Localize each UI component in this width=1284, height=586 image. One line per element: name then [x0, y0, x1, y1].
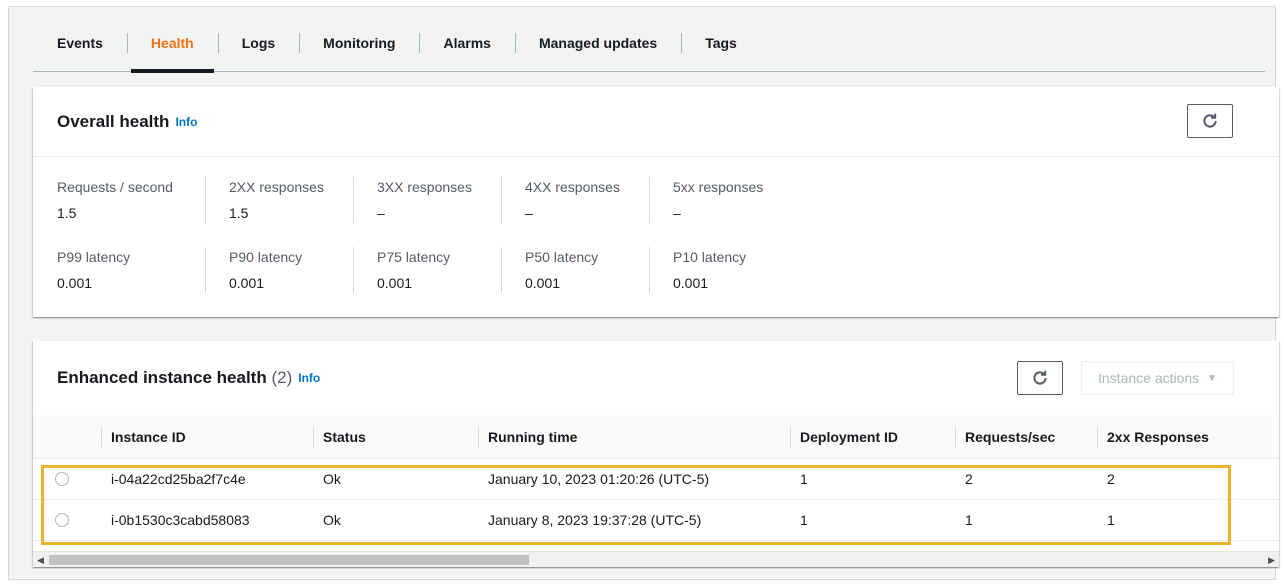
tab-monitoring[interactable]: Monitoring: [299, 15, 419, 71]
column-header-requests-sec[interactable]: Requests/sec: [955, 415, 1097, 459]
metrics-row-responses: Requests / second 1.5 2XX responses 1.5 …: [57, 177, 797, 247]
instance-table: Instance ID Status Running time Deployme…: [33, 415, 1279, 541]
metric-p99-latency: P99 latency 0.001: [57, 247, 205, 317]
instance-id-cell: i-0b1530c3cabd58083: [111, 512, 250, 528]
instance-count: (2): [271, 368, 293, 387]
scroll-right-arrow-icon[interactable]: ▶: [1268, 554, 1275, 566]
tab-bar: Events Health Logs Monitoring Alarms Man…: [33, 15, 1265, 73]
row-select-cell: [33, 513, 101, 527]
metric-value: –: [673, 205, 681, 221]
status-cell: Ok: [323, 512, 341, 528]
metric-label: P90 latency: [229, 249, 303, 265]
metric-value: –: [525, 205, 533, 221]
table-header-row: Instance ID Status Running time Deployme…: [33, 415, 1279, 459]
metric-2xx-responses: 2XX responses 1.5: [205, 177, 353, 247]
refresh-icon: [1033, 370, 1047, 385]
instance-actions-button[interactable]: Instance actions ▼: [1081, 361, 1235, 395]
metric-p90-latency: P90 latency 0.001: [205, 247, 353, 317]
metric-label: P10 latency: [673, 249, 747, 265]
overall-health-info-link[interactable]: Info: [175, 115, 197, 129]
tab-alarms[interactable]: Alarms: [419, 15, 514, 71]
metric-value: 0.001: [57, 275, 93, 291]
instance-health-info-link[interactable]: Info: [298, 371, 320, 385]
overall-health-refresh-button[interactable]: [1187, 104, 1233, 138]
instance-id-cell: i-04a22cd25ba2f7c4e: [111, 471, 246, 487]
metric-value: 1.5: [57, 205, 77, 221]
instance-actions-label: Instance actions: [1098, 370, 1200, 386]
responses-2xx-cell: 2: [1107, 471, 1115, 487]
overall-health-header: Overall health Info: [33, 87, 1279, 157]
instance-health-title-text: Enhanced instance health: [57, 368, 267, 387]
overall-health-metrics: Requests / second 1.5 2XX responses 1.5 …: [57, 177, 797, 317]
tab-events[interactable]: Events: [33, 15, 127, 71]
running-time-cell: January 10, 2023 01:20:26 (UTC-5): [488, 471, 710, 487]
metric-p75-latency: P75 latency 0.001: [353, 247, 501, 317]
metric-3xx-responses: 3XX responses –: [353, 177, 501, 247]
metric-value: 1.5: [229, 205, 249, 221]
column-header-instance-id[interactable]: Instance ID: [101, 415, 313, 459]
metric-requests-per-second: Requests / second 1.5: [57, 177, 205, 247]
metric-4xx-responses: 4XX responses –: [501, 177, 649, 247]
metric-label: 3XX responses: [377, 179, 472, 195]
metric-label: P50 latency: [525, 249, 599, 265]
metric-p10-latency: P10 latency 0.001: [649, 247, 797, 317]
tab-managed-updates[interactable]: Managed updates: [514, 15, 681, 71]
deployment-id-cell: 1: [800, 471, 808, 487]
overall-health-title: Overall health: [57, 111, 170, 131]
metric-value: 0.001: [377, 275, 413, 291]
metric-label: P99 latency: [57, 249, 131, 265]
column-header-deployment-id[interactable]: Deployment ID: [790, 415, 955, 459]
metric-5xx-responses: 5xx responses –: [649, 177, 797, 247]
status-cell: Ok: [323, 471, 341, 487]
instance-health-title: Enhanced instance health (2): [57, 368, 292, 388]
deployment-id-cell: 1: [800, 512, 808, 528]
horizontal-scrollbar[interactable]: ◀ ▶: [33, 551, 1279, 567]
metric-value: 0.001: [525, 275, 561, 291]
requests-sec-cell: 2: [965, 471, 973, 487]
table-row[interactable]: i-0b1530c3cabd58083 Ok January 8, 2023 1…: [33, 500, 1279, 541]
row-select-radio[interactable]: [55, 513, 69, 527]
overall-health-card: Overall health Info Requests / second 1.…: [33, 87, 1279, 317]
column-header-running-time[interactable]: Running time: [478, 415, 790, 459]
refresh-icon: [1203, 113, 1217, 128]
instance-health-card: Enhanced instance health (2) Info Instan…: [33, 341, 1279, 567]
scroll-left-arrow-icon[interactable]: ◀: [37, 554, 44, 566]
requests-sec-cell: 1: [965, 512, 973, 528]
metric-label: P75 latency: [377, 249, 451, 265]
metrics-row-latency: P99 latency 0.001 P90 latency 0.001 P75 …: [57, 247, 797, 317]
select-column-header: [33, 415, 101, 459]
column-header-2xx-responses[interactable]: 2xx Responses: [1097, 415, 1245, 459]
responses-2xx-cell: 1: [1107, 512, 1115, 528]
running-time-cell: January 8, 2023 19:37:28 (UTC-5): [488, 512, 702, 528]
metric-value: –: [377, 205, 385, 221]
tab-logs[interactable]: Logs: [217, 15, 299, 71]
tab-tags[interactable]: Tags: [681, 15, 761, 71]
row-select-cell: [33, 472, 101, 486]
metric-label: 4XX responses: [525, 179, 620, 195]
health-tab-panel: Events Health Logs Monitoring Alarms Man…: [8, 6, 1279, 580]
row-select-radio[interactable]: [55, 472, 69, 486]
caret-down-icon: ▼: [1207, 372, 1218, 384]
metric-p50-latency: P50 latency 0.001: [501, 247, 649, 317]
scrollbar-thumb[interactable]: [49, 555, 529, 565]
metric-value: 0.001: [229, 275, 265, 291]
table-row[interactable]: i-04a22cd25ba2f7c4e Ok January 10, 2023 …: [33, 459, 1279, 500]
instance-health-header: Enhanced instance health (2) Info Instan…: [33, 341, 1279, 415]
instance-health-refresh-button[interactable]: [1017, 361, 1063, 395]
metric-label: 2XX responses: [229, 179, 324, 195]
column-header-status[interactable]: Status: [313, 415, 478, 459]
metric-label: Requests / second: [57, 179, 173, 195]
metric-label: 5xx responses: [673, 179, 764, 195]
tab-health[interactable]: Health: [126, 15, 218, 73]
metric-value: 0.001: [673, 275, 709, 291]
